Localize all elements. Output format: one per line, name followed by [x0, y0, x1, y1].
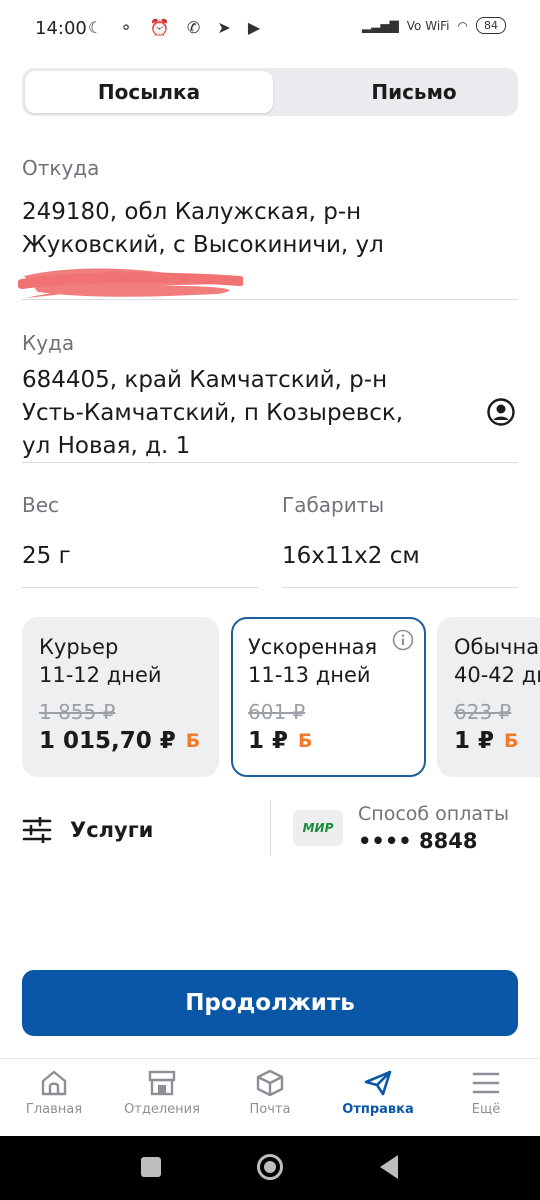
delivery-option-express[interactable]: Ускоренная 11-13 дней 601 ₽ 1 ₽ Ƃ	[231, 617, 426, 777]
store-icon	[148, 1070, 176, 1096]
bonus-icon: Ƃ	[504, 730, 519, 752]
weight-divider	[22, 587, 258, 588]
mir-card-logo[interactable]: МИР	[293, 810, 343, 846]
weight-label: Вес	[22, 493, 60, 517]
option-price-row: 1 015,70 ₽ Ƃ	[39, 728, 203, 754]
continue-button[interactable]: Продолжить	[22, 970, 518, 1036]
option-price-row: 1 ₽ Ƃ	[454, 728, 524, 754]
contact-icon[interactable]	[486, 397, 516, 427]
option-days: 40-42 дня	[454, 663, 540, 687]
from-divider	[22, 299, 518, 300]
status-bar: 14:00 ☾ ⚬ ⏰ ✆ ➤ ▶ ▂▃▅▇ Vo WiFi ◠ 84	[0, 0, 540, 60]
tab-letter[interactable]: Письмо	[290, 71, 538, 113]
from-address-line2: Жуковский, с Высокиничи, ул	[22, 232, 384, 258]
system-navigation-bar	[0, 1136, 540, 1200]
nav-send-label: Отправка	[342, 1102, 414, 1117]
to-address-line3: ул Новая, д. 1	[22, 433, 191, 459]
option-title: Обычная	[454, 635, 540, 659]
option-title: Курьер	[39, 635, 119, 659]
delivery-option-courier[interactable]: Курьер 11-12 дней 1 855 ₽ 1 015,70 ₽ Ƃ	[22, 617, 219, 777]
dimensions-label: Габариты	[282, 493, 385, 517]
delivery-option-standard[interactable]: Обычная 40-42 дня 623 ₽ 1 ₽ Ƃ	[437, 617, 540, 777]
box-icon	[256, 1069, 284, 1097]
nav-mail-label: Почта	[249, 1102, 291, 1117]
nav-more-label: Ещё	[471, 1102, 501, 1117]
home-icon	[41, 1070, 67, 1096]
to-address-line1: 684405, край Камчатский, р-н	[22, 367, 388, 393]
services-label: Услуги	[70, 818, 154, 842]
tab-parcel[interactable]: Посылка	[25, 71, 273, 113]
vowifi-label: Vo WiFi	[406, 18, 450, 33]
services-button[interactable]: Услуги	[22, 808, 153, 852]
option-old-price: 1 855 ₽	[39, 700, 116, 724]
dimensions-divider	[282, 587, 518, 588]
mir-logo-text: МИР	[302, 821, 334, 835]
option-price-row: 1 ₽ Ƃ	[248, 728, 410, 754]
bottom-navigation: Главная Отделения Почта Отправка Ещё	[0, 1058, 540, 1137]
battery-icon: 84	[476, 17, 506, 34]
to-address[interactable]: 684405, край Камчатский, р-н Усть-Камчат…	[22, 364, 472, 463]
option-days: 11-13 дней	[248, 663, 371, 687]
option-title: Ускоренная	[248, 635, 378, 659]
nav-more[interactable]: Ещё	[432, 1069, 540, 1117]
status-right: ▂▃▅▇ Vo WiFi ◠ 84	[362, 17, 506, 34]
type-segmented-control: Посылка Письмо	[22, 68, 518, 116]
signal-icon: ▂▃▅▇	[361, 18, 399, 33]
to-divider	[22, 462, 518, 463]
from-address[interactable]: 249180, обл Калужская, р-н Жуковский, с …	[22, 196, 502, 262]
payment-method-label: Способ оплаты	[358, 803, 510, 825]
nav-offices-label: Отделения	[124, 1102, 200, 1117]
wifi-icon: ◠	[457, 18, 468, 33]
option-price: 1 ₽	[248, 728, 289, 754]
bonus-icon: Ƃ	[185, 730, 201, 752]
nav-send[interactable]: Отправка	[324, 1069, 432, 1117]
home-circle-icon[interactable]	[257, 1154, 283, 1180]
from-label: Откуда	[22, 156, 100, 180]
option-old-price: 601 ₽	[248, 700, 306, 724]
redaction-scribble	[18, 268, 243, 298]
payment-card-number[interactable]: •••• 8848	[358, 829, 477, 853]
nav-mail[interactable]: Почта	[216, 1069, 324, 1117]
status-time: 14:00	[35, 18, 87, 39]
send-icon	[364, 1070, 392, 1096]
back-icon[interactable]	[380, 1155, 398, 1179]
dimensions-field[interactable]: 16x11x2 см	[282, 543, 420, 569]
menu-icon	[472, 1072, 500, 1094]
to-address-line2: Усть-Камчатский, п Козыревск,	[22, 400, 404, 426]
option-days: 11-12 дней	[39, 663, 162, 687]
nav-home[interactable]: Главная	[0, 1069, 108, 1117]
weight-field[interactable]: 25 г	[22, 543, 71, 569]
option-old-price: 623 ₽	[454, 700, 512, 724]
to-label: Куда	[22, 331, 75, 355]
recents-icon[interactable]	[141, 1157, 161, 1177]
option-price: 1 ₽	[454, 728, 495, 754]
services-payment-divider	[270, 800, 271, 856]
notification-icons: ☾ ⚬ ⏰ ✆ ➤ ▶	[88, 18, 267, 37]
nav-home-label: Главная	[25, 1102, 83, 1117]
info-icon[interactable]	[392, 629, 414, 651]
nav-offices[interactable]: Отделения	[108, 1069, 216, 1117]
option-price: 1 015,70 ₽	[39, 728, 176, 754]
from-address-line1: 249180, обл Калужская, р-н	[22, 199, 362, 225]
bonus-icon: Ƃ	[298, 730, 313, 752]
sliders-icon	[22, 817, 52, 843]
